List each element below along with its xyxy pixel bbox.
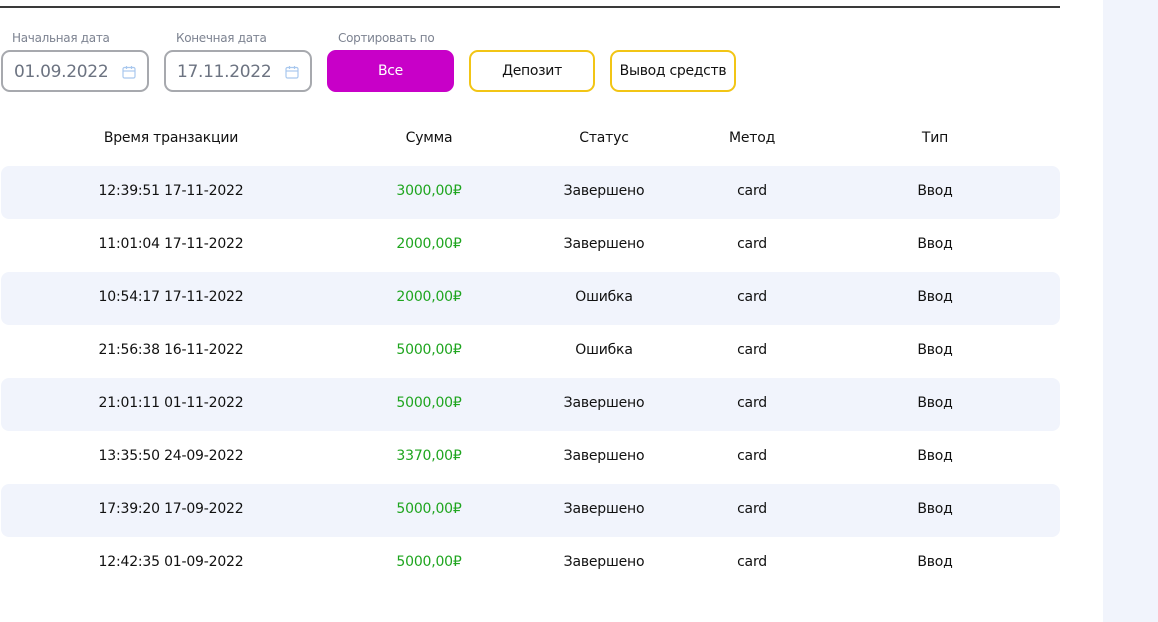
cell-type: Ввод [917,289,953,305]
cell-time: 13:35:50 24-09-2022 [98,448,244,464]
cell-amount: 3000,00₽ [396,183,462,199]
table-row: 11:01:04 17-11-2022 2000,00₽ Завершено c… [1,219,1060,272]
cell-status: Завершено [563,448,645,464]
cell-amount: 5000,00₽ [396,501,462,517]
end-date-value: 17.11.2022 [177,62,272,82]
header-divider [0,6,1060,8]
start-date-field[interactable]: 01.09.2022 [1,50,149,92]
cell-amount: 2000,00₽ [396,236,462,252]
cell-status: Завершено [563,183,645,199]
start-date-label: Начальная дата [12,31,110,45]
table-row: 17:39:20 17-09-2022 5000,00₽ Завершено c… [1,484,1060,537]
table-row: 13:35:50 24-09-2022 3370,00₽ Завершено c… [1,431,1060,484]
cell-time: 17:39:20 17-09-2022 [98,501,244,517]
end-date-label: Конечная дата [176,31,267,45]
filter-deposit-button[interactable]: Депозит [469,50,595,92]
table-row: 10:54:17 17-11-2022 2000,00₽ Ошибка card… [1,272,1060,325]
cell-method: card [737,448,767,464]
cell-status: Завершено [563,554,645,570]
cell-amount: 5000,00₽ [396,342,462,358]
cell-amount: 3370,00₽ [396,448,462,464]
cell-type: Ввод [917,342,953,358]
cell-type: Ввод [917,395,953,411]
column-header-time: Время транзакции [103,130,239,146]
cell-amount: 5000,00₽ [396,554,462,570]
table-row: 21:01:11 01-11-2022 5000,00₽ Завершено c… [1,378,1060,431]
cell-amount: 2000,00₽ [396,289,462,305]
cell-status: Завершено [563,236,645,252]
table-row: 21:56:38 16-11-2022 5000,00₽ Ошибка card… [1,325,1060,378]
cell-time: 21:01:11 01-11-2022 [98,395,244,411]
cell-type: Ввод [917,501,953,517]
cell-method: card [737,554,767,570]
cell-type: Ввод [917,554,953,570]
calendar-icon[interactable] [285,65,299,79]
column-header-status: Статус [579,130,629,146]
cell-time: 10:54:17 17-11-2022 [98,289,244,305]
cell-time: 12:39:51 17-11-2022 [98,183,244,199]
column-header-type: Тип [921,130,949,146]
cell-time: 21:56:38 16-11-2022 [98,342,244,358]
table-row: 12:42:35 01-09-2022 5000,00₽ Завершено c… [1,537,1060,590]
cell-type: Ввод [917,183,953,199]
start-date-value: 01.09.2022 [14,62,109,82]
cell-time: 12:42:35 01-09-2022 [98,554,244,570]
cell-method: card [737,236,767,252]
cell-amount: 5000,00₽ [396,395,462,411]
cell-method: card [737,289,767,305]
cell-method: card [737,501,767,517]
end-date-field[interactable]: 17.11.2022 [164,50,312,92]
cell-method: card [737,183,767,199]
cell-method: card [737,342,767,358]
table-row: 12:39:51 17-11-2022 3000,00₽ Завершено c… [1,166,1060,219]
cell-status: Ошибка [575,289,633,305]
column-header-method: Метод [728,130,776,146]
calendar-icon[interactable] [122,65,136,79]
cell-method: card [737,395,767,411]
cell-type: Ввод [917,448,953,464]
cell-status: Завершено [563,501,645,517]
cell-time: 11:01:04 17-11-2022 [98,236,244,252]
cell-status: Ошибка [575,342,633,358]
sort-label: Сортировать по [338,31,435,45]
filter-all-button[interactable]: Все [327,50,454,92]
right-side-panel [1103,0,1158,622]
cell-status: Завершено [563,395,645,411]
filter-withdrawal-button[interactable]: Вывод средств [610,50,736,92]
cell-type: Ввод [917,236,953,252]
column-header-amount: Сумма [405,130,453,146]
transactions-table: 12:39:51 17-11-2022 3000,00₽ Завершено c… [1,166,1060,590]
